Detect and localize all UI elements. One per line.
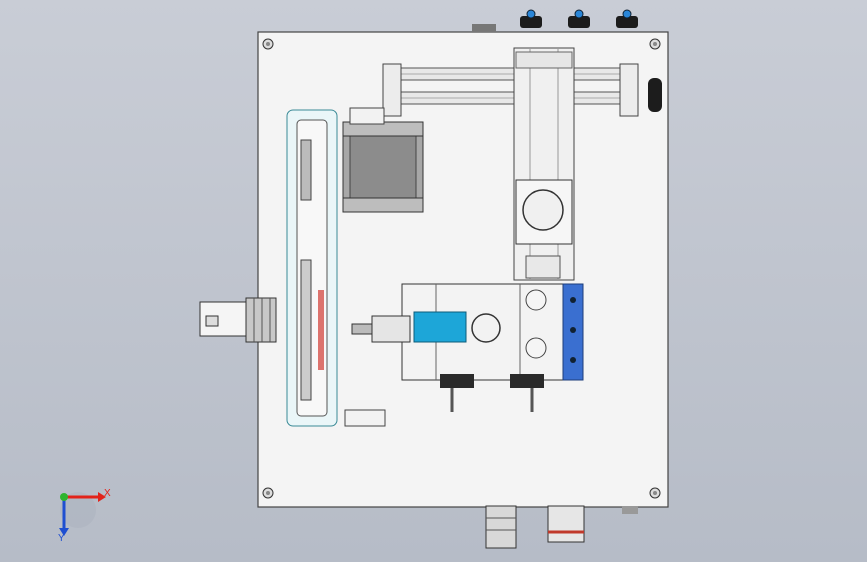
rail-end-block-left bbox=[382, 63, 402, 117]
gripper-cap[interactable] bbox=[471, 313, 501, 343]
coordinate-triad bbox=[59, 492, 106, 536]
nozzle-holder[interactable] bbox=[371, 315, 411, 343]
rail-end-block-right bbox=[619, 63, 639, 117]
nozzle-tip bbox=[351, 323, 373, 335]
vertical-slide[interactable] bbox=[513, 47, 575, 281]
slide-base-block bbox=[525, 255, 561, 279]
pulley-stack[interactable] bbox=[245, 297, 277, 343]
bracket-bolt bbox=[570, 327, 576, 333]
cad-model-view[interactable] bbox=[0, 0, 867, 562]
cad-viewport[interactable]: X Y bbox=[0, 0, 867, 562]
drive-belt bbox=[318, 290, 324, 370]
corner-screw bbox=[649, 38, 661, 50]
pneumatic-fitting[interactable] bbox=[520, 9, 542, 28]
bottom-fitting-threaded[interactable] bbox=[485, 505, 517, 549]
pneumatic-fitting[interactable] bbox=[616, 9, 638, 28]
connector-tab bbox=[205, 315, 219, 327]
bracket-bolt bbox=[570, 357, 576, 363]
bottom-fitting-red-ring[interactable] bbox=[547, 505, 585, 543]
bottom-cap bbox=[622, 506, 638, 514]
pneumatic-fitting[interactable] bbox=[568, 9, 590, 28]
z-axis-dot bbox=[60, 493, 68, 501]
clamp-knob[interactable] bbox=[522, 189, 564, 231]
corner-screw bbox=[649, 487, 661, 499]
corner-screw bbox=[262, 487, 274, 499]
gripper-jaw-cyan[interactable] bbox=[413, 311, 467, 343]
port-circle bbox=[525, 289, 547, 311]
corner-screw bbox=[262, 38, 274, 50]
motor-bracket-bottom bbox=[344, 409, 386, 427]
motor-bracket-top bbox=[349, 107, 385, 125]
port-circle bbox=[525, 337, 547, 359]
bracket-bolt bbox=[570, 297, 576, 303]
knob[interactable] bbox=[648, 78, 662, 112]
y-axis-label: Y bbox=[58, 533, 65, 544]
stepper-motor[interactable] bbox=[342, 121, 424, 213]
top-cap bbox=[472, 24, 496, 32]
belt-frame[interactable] bbox=[286, 109, 338, 427]
x-axis-label: X bbox=[104, 488, 111, 499]
